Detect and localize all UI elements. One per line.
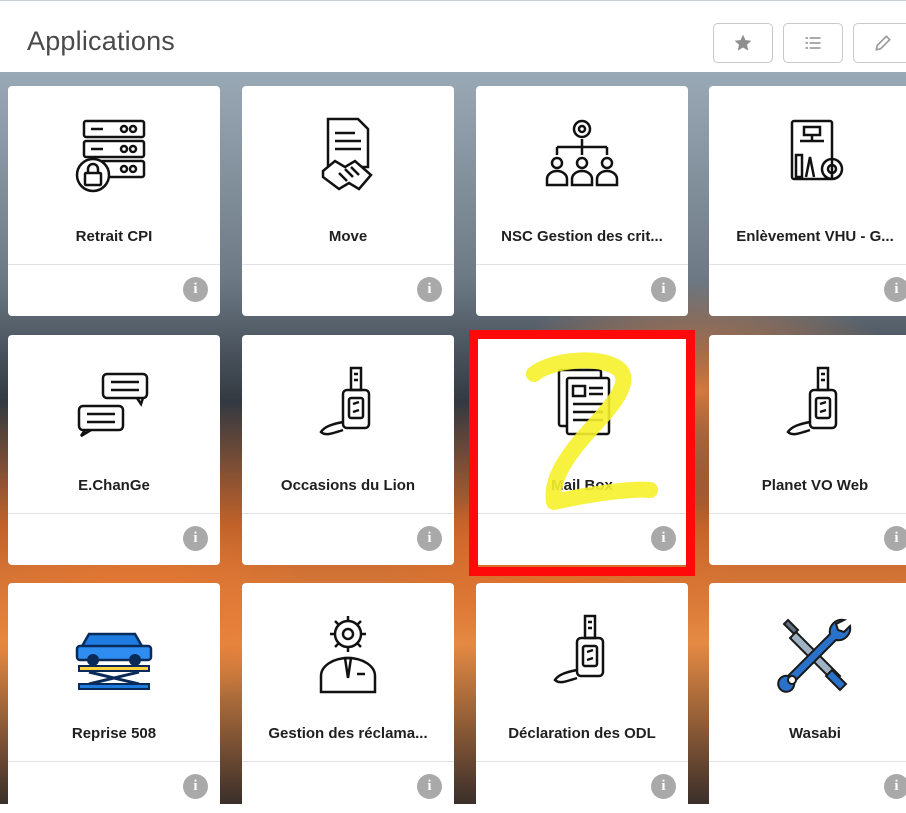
app-tile-move[interactable]: Move i: [242, 86, 454, 316]
list-icon: [805, 37, 821, 49]
info-icon[interactable]: i: [651, 526, 676, 551]
app-tile-reprise-508[interactable]: Reprise 508 i: [8, 583, 220, 813]
app-tile-label: Reprise 508: [71, 725, 157, 742]
divider: [242, 264, 454, 265]
app-tile-label: Wasabi: [789, 725, 841, 742]
app-tile-label: Planet VO Web: [761, 477, 869, 494]
divider: [242, 761, 454, 762]
list-view-button[interactable]: [783, 23, 843, 63]
car-key-icon: [242, 357, 454, 452]
tools-icon: [709, 605, 906, 700]
info-icon[interactable]: i: [183, 277, 208, 302]
car-key-icon: [709, 357, 906, 452]
chat-bubbles-icon: [8, 357, 220, 452]
info-icon[interactable]: i: [651, 774, 676, 799]
app-tile-planet-vo-web[interactable]: Planet VO Web i: [709, 335, 906, 565]
info-icon[interactable]: i: [884, 774, 906, 799]
app-tile-label: Move: [328, 228, 368, 245]
app-tile-nsc-gestion[interactable]: NSC Gestion des crit... i: [476, 86, 688, 316]
car-key-icon: [476, 605, 688, 700]
app-tile-wasabi[interactable]: Wasabi i: [709, 583, 906, 813]
favorite-button[interactable]: [713, 23, 773, 63]
info-icon[interactable]: i: [884, 526, 906, 551]
info-icon[interactable]: i: [417, 526, 442, 551]
documents-icon: [476, 357, 688, 452]
app-tile-label: NSC Gestion des crit...: [501, 228, 663, 245]
info-icon[interactable]: i: [183, 526, 208, 551]
divider: [242, 513, 454, 514]
app-tile-gestion-reclamations[interactable]: Gestion des réclama... i: [242, 583, 454, 813]
info-icon[interactable]: i: [417, 774, 442, 799]
divider: [8, 761, 220, 762]
info-icon[interactable]: i: [417, 277, 442, 302]
page-title: Applications: [27, 26, 175, 56]
edit-button[interactable]: [853, 23, 906, 63]
app-tile-enlevement-vhu[interactable]: Enlèvement VHU - G... i: [709, 86, 906, 316]
info-icon[interactable]: i: [884, 277, 906, 302]
org-chart-gear-icon: [476, 108, 688, 203]
app-tile-occasions-du-lion[interactable]: Occasions du Lion i: [242, 335, 454, 565]
app-tile-label: E.ChanGe: [78, 477, 150, 494]
contract-handshake-icon: [242, 108, 454, 203]
app-tile-label: Déclaration des ODL: [508, 725, 656, 742]
server-lock-icon: [8, 108, 220, 203]
divider: [709, 761, 906, 762]
app-tile-label: Mail Box: [551, 477, 613, 494]
car-lift-icon: [8, 605, 220, 700]
info-icon[interactable]: i: [183, 774, 208, 799]
divider: [8, 264, 220, 265]
star-icon: [734, 34, 752, 51]
app-tile-echange[interactable]: E.ChanGe i: [8, 335, 220, 565]
person-gear-icon: [242, 605, 454, 700]
blueprint-gear-icon: [709, 108, 906, 203]
divider: [476, 761, 688, 762]
app-launcher-header: Applications: [0, 0, 906, 72]
divider: [476, 513, 688, 514]
app-tile-mail-box[interactable]: Mail Box i: [476, 335, 688, 565]
info-icon[interactable]: i: [651, 277, 676, 302]
divider: [8, 513, 220, 514]
pencil-icon: [875, 35, 891, 51]
app-tile-label: Retrait CPI: [75, 228, 153, 245]
app-tile-label: Occasions du Lion: [280, 477, 416, 494]
app-tile-declaration-odl[interactable]: Déclaration des ODL i: [476, 583, 688, 813]
divider: [709, 513, 906, 514]
app-tile-retrait-cpi[interactable]: Retrait CPI i: [8, 86, 220, 316]
app-tile-label: Gestion des réclama...: [268, 725, 428, 742]
divider: [709, 264, 906, 265]
app-tile-label: Enlèvement VHU - G...: [736, 228, 894, 245]
divider: [476, 264, 688, 265]
